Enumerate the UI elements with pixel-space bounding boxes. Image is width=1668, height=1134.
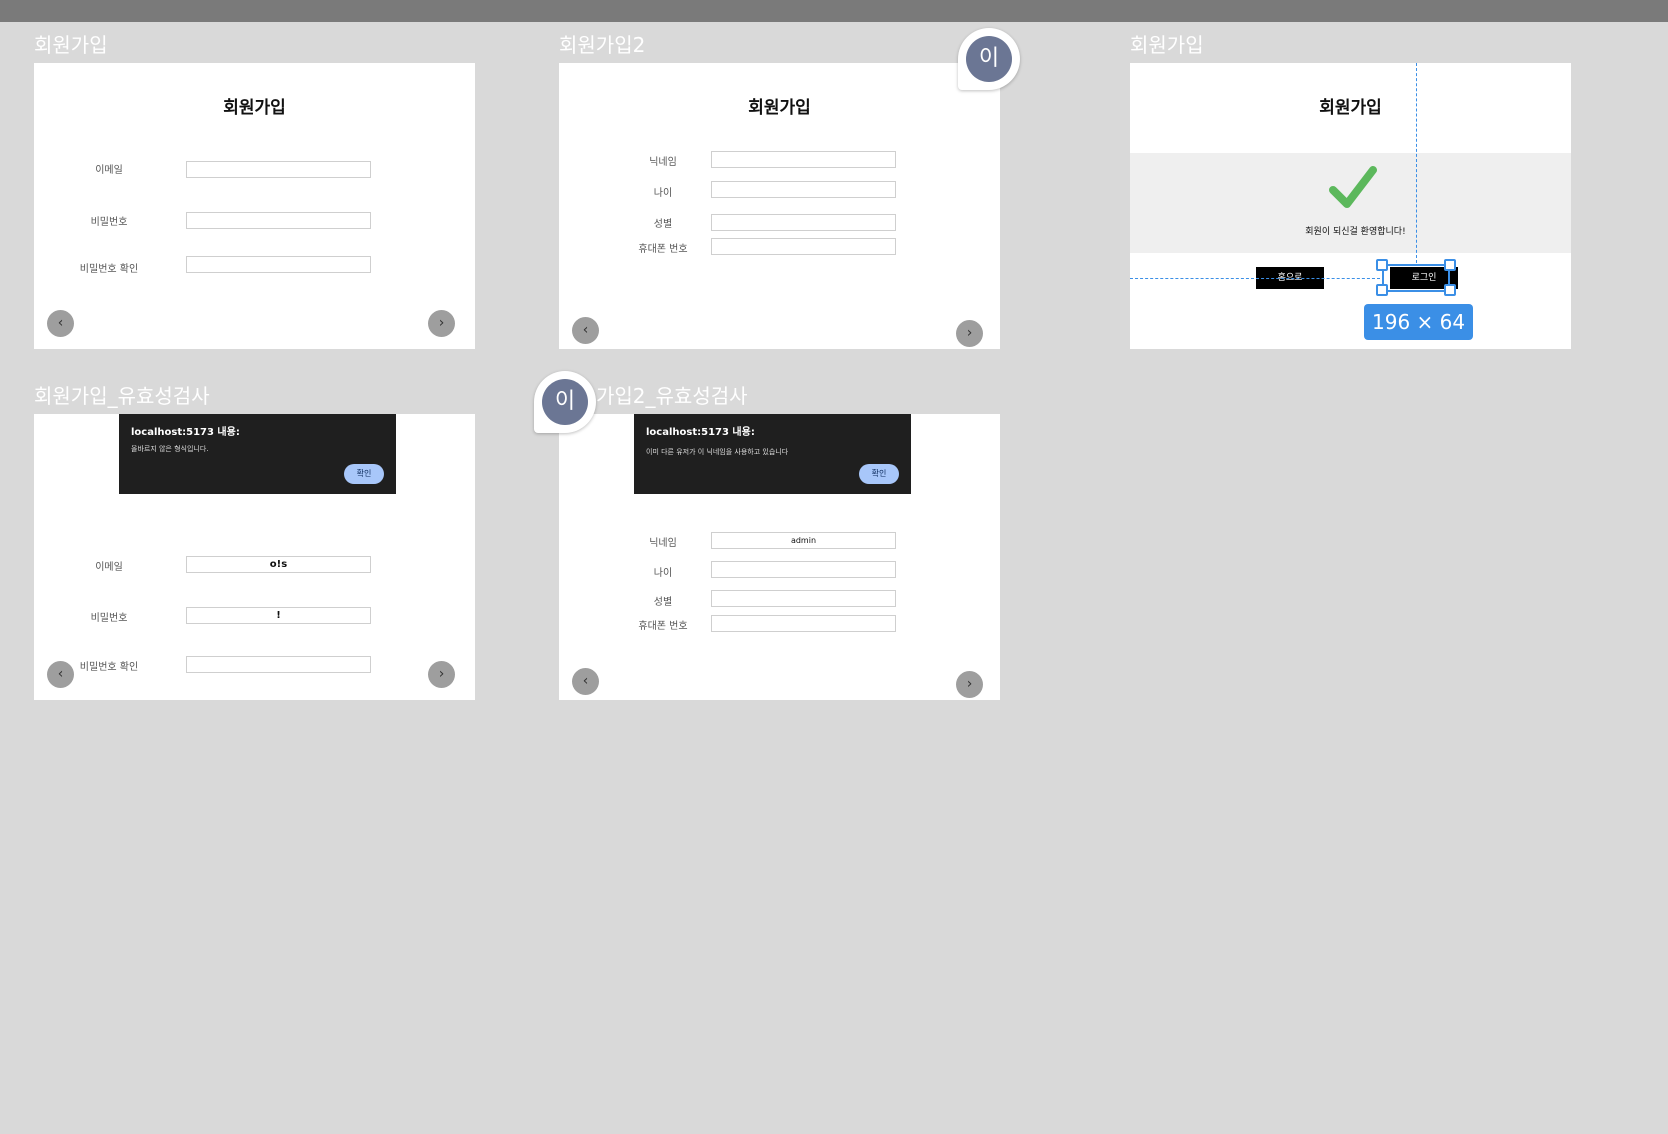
- resize-handle-tl[interactable]: [1376, 259, 1388, 271]
- resize-handle-br[interactable]: [1444, 284, 1456, 296]
- check-icon: [1329, 166, 1377, 208]
- alert-message: 올바르지 않은 형식입니다.: [131, 445, 209, 453]
- page-title: 회원가입: [1319, 98, 1382, 118]
- email-label: 이메일: [95, 562, 123, 573]
- alert-confirm-button[interactable]: 확인: [859, 464, 899, 484]
- next-button[interactable]: ›: [428, 661, 455, 688]
- password-input[interactable]: [186, 212, 371, 229]
- age-input[interactable]: [711, 181, 896, 198]
- age-label: 나이: [653, 568, 673, 579]
- frame-signup2-validation[interactable]: localhost:5173 내용: 이미 다른 유저가 이 닉네임을 사용하고…: [559, 414, 1000, 700]
- comment-avatar[interactable]: 이: [534, 371, 596, 433]
- frame-signup2[interactable]: 회원가입 닉네임 나이 성별 휴대폰 번호 ‹ ›: [559, 63, 1000, 349]
- dimension-badge: 196 × 64: [1364, 304, 1474, 340]
- alert-dialog: localhost:5173 내용: 올바르지 않은 형식입니다. 확인: [119, 414, 396, 494]
- frame-signup-complete[interactable]: 회원가입 회원이 되신걸 환영합니다! 홈으로 로그인: [1130, 63, 1571, 349]
- avatar-initial: 이: [966, 36, 1012, 82]
- phone-input[interactable]: [711, 615, 896, 632]
- alert-confirm-button[interactable]: 확인: [344, 464, 384, 484]
- frame-signup-validation[interactable]: localhost:5173 내용: 올바르지 않은 형식입니다. 확인 이메일…: [34, 414, 475, 700]
- password-confirm-label: 비밀번호 확인: [79, 264, 139, 275]
- prev-button[interactable]: ‹: [572, 317, 599, 344]
- next-button[interactable]: ›: [428, 310, 455, 337]
- password-input[interactable]: !: [186, 607, 371, 624]
- frame-label-signup-validation[interactable]: 회원가입_유효성검사: [34, 385, 210, 407]
- nickname-input[interactable]: admin: [711, 532, 896, 549]
- age-input[interactable]: [711, 561, 896, 578]
- frame-signup[interactable]: 회원가입 이메일 비밀번호 비밀번호 확인 ‹ ›: [34, 63, 475, 349]
- gender-input[interactable]: [711, 590, 896, 607]
- phone-label: 휴대폰 번호: [638, 244, 688, 255]
- page-title: 회원가입: [223, 98, 286, 118]
- gender-input[interactable]: [711, 214, 896, 231]
- alignment-guide-vertical: [1416, 63, 1417, 263]
- welcome-message: 회원이 되신걸 환영합니다!: [1305, 227, 1406, 237]
- password-label: 비밀번호: [90, 613, 128, 624]
- avatar-initial: 이: [542, 379, 588, 425]
- phone-input[interactable]: [711, 238, 896, 255]
- resize-handle-bl[interactable]: [1376, 284, 1388, 296]
- selection-box[interactable]: [1382, 264, 1450, 292]
- alignment-guide-horizontal: [1130, 278, 1380, 279]
- next-button[interactable]: ›: [956, 320, 983, 347]
- frame-label-signup[interactable]: 회원가입: [34, 34, 108, 56]
- password-confirm-input[interactable]: [186, 656, 371, 673]
- age-label: 나이: [653, 188, 673, 199]
- gender-label: 성별: [653, 597, 673, 608]
- password-confirm-input[interactable]: [186, 256, 371, 273]
- phone-label: 휴대폰 번호: [638, 621, 688, 632]
- nickname-label: 닉네임: [649, 538, 677, 549]
- prev-button[interactable]: ‹: [47, 661, 74, 688]
- page-title: 회원가입: [748, 98, 811, 118]
- prev-button[interactable]: ‹: [47, 310, 74, 337]
- comment-avatar[interactable]: 이: [958, 28, 1020, 90]
- prev-button[interactable]: ‹: [572, 668, 599, 695]
- gender-label: 성별: [653, 219, 673, 230]
- alert-dialog: localhost:5173 내용: 이미 다른 유저가 이 닉네임을 사용하고…: [634, 414, 911, 494]
- frame-label-signup-complete[interactable]: 회원가입: [1130, 34, 1204, 56]
- password-label: 비밀번호: [90, 217, 128, 228]
- nickname-label: 닉네임: [649, 157, 677, 168]
- top-toolbar: [0, 0, 1668, 22]
- email-input[interactable]: [186, 161, 371, 178]
- alert-message: 이미 다른 유저가 이 닉네임을 사용하고 있습니다: [646, 448, 789, 456]
- resize-handle-tr[interactable]: [1444, 259, 1456, 271]
- email-label: 이메일: [95, 165, 123, 176]
- frame-label-signup2[interactable]: 회원가입2: [559, 34, 645, 56]
- next-button[interactable]: ›: [956, 671, 983, 698]
- alert-title: localhost:5173 내용:: [131, 427, 240, 438]
- frame-label-signup2-validation[interactable]: 가입2_유효성검사: [596, 385, 748, 407]
- email-input[interactable]: o!s: [186, 556, 371, 573]
- nickname-input[interactable]: [711, 151, 896, 168]
- alert-title: localhost:5173 내용:: [646, 427, 755, 438]
